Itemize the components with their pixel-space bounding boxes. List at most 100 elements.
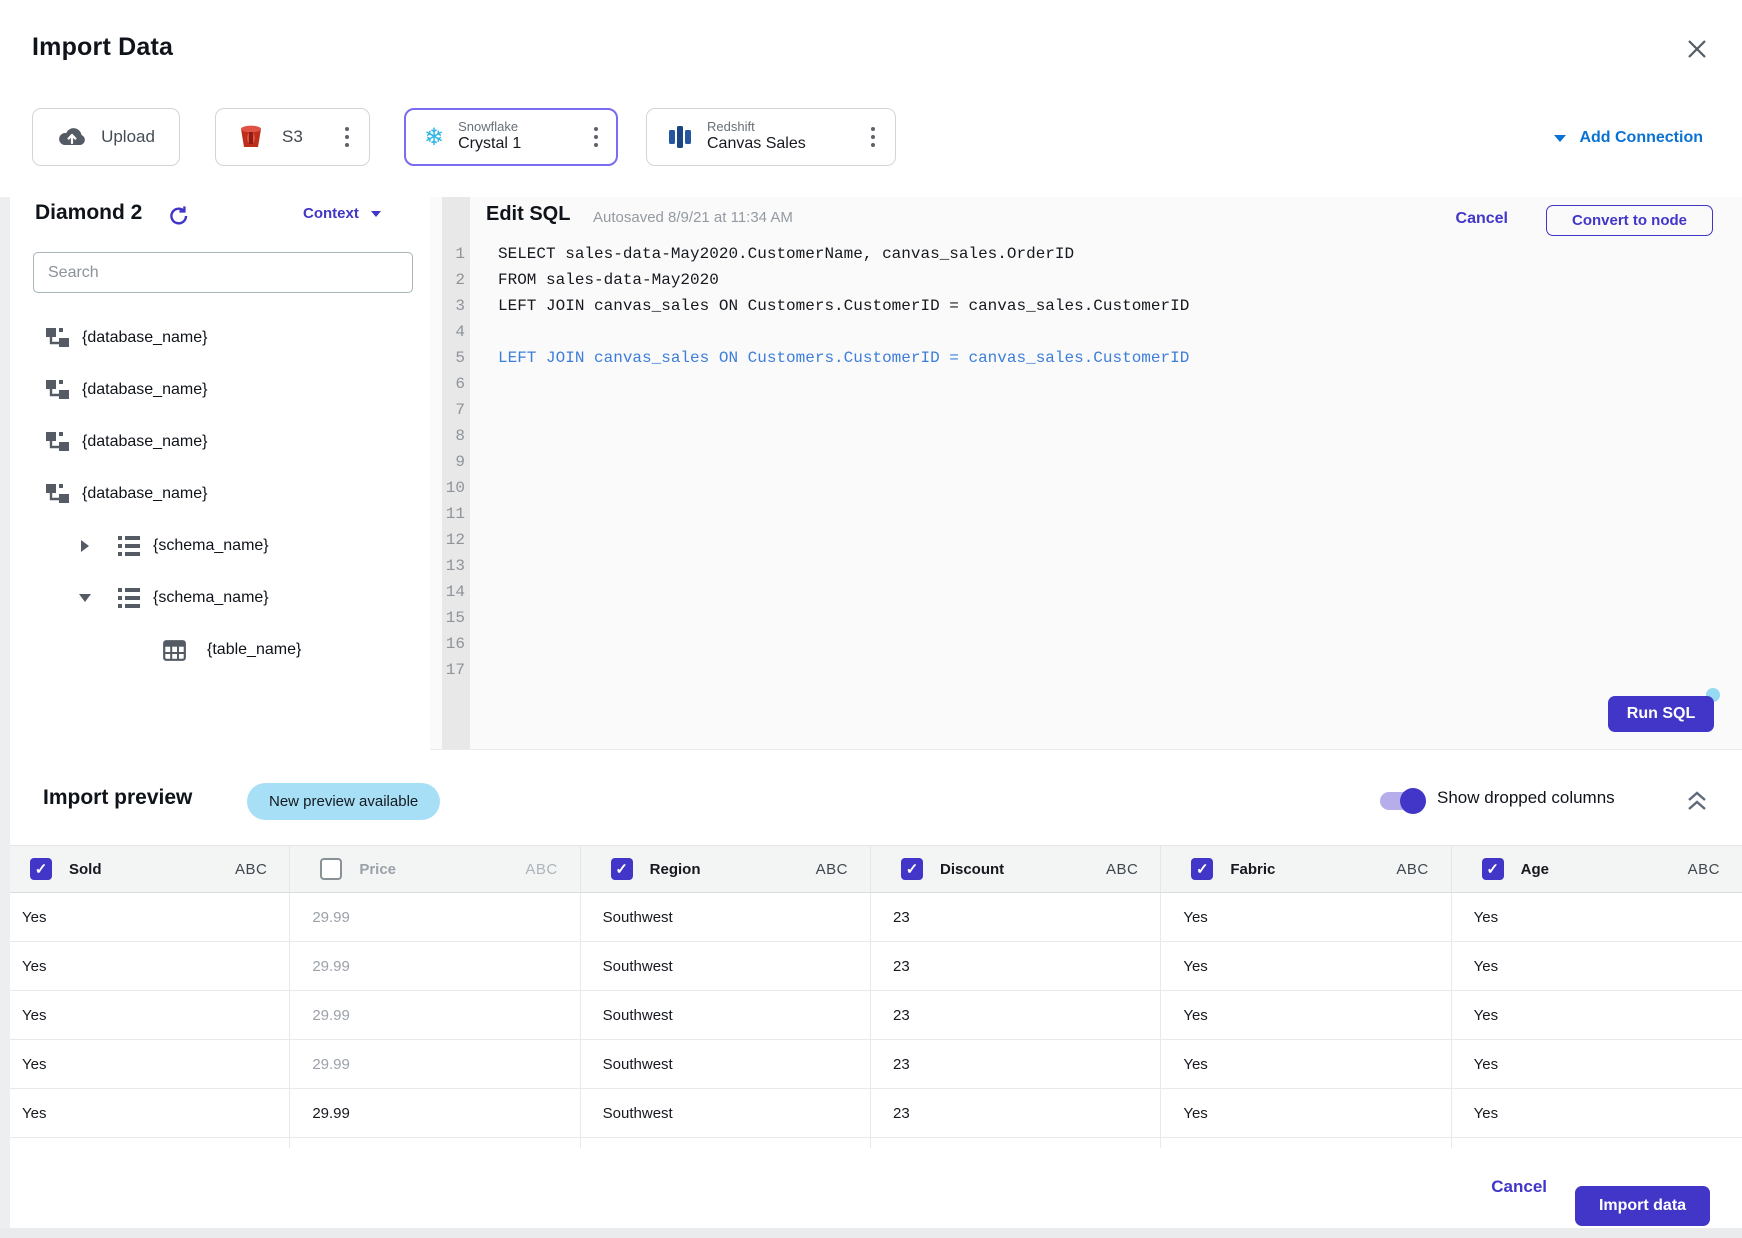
table-cell: Yes: [1452, 1040, 1742, 1088]
sql-code-area[interactable]: SELECT sales-data-May2020.CustomerName, …: [498, 241, 1722, 683]
table-cell: Southwest: [581, 893, 871, 941]
column-checkbox[interactable]: ✓: [901, 858, 923, 880]
s3-more-menu-icon[interactable]: [341, 123, 353, 151]
table-cell: Yes: [1161, 1040, 1451, 1088]
table-cell: 23: [871, 942, 1161, 990]
sql-code-line: [498, 553, 1722, 579]
cloud-upload-icon: [57, 125, 87, 149]
redshift-more-menu-icon[interactable]: [867, 123, 879, 151]
sql-code-line: [498, 657, 1722, 683]
footer-cancel-button[interactable]: Cancel: [1491, 1177, 1547, 1197]
table-cell: Yes: [1452, 893, 1742, 941]
sql-code-line: [498, 579, 1722, 605]
column-name: Region: [650, 861, 701, 878]
modal-footer: Cancel Import data: [0, 1148, 1742, 1228]
caret-right-icon[interactable]: [78, 540, 92, 552]
preview-table-body: Yes29.99Southwest23YesYesYes29.99Southwe…: [0, 893, 1742, 1154]
column-checkbox[interactable]: ✓: [1191, 858, 1213, 880]
sql-code-line: FROM sales-data-May2020: [498, 267, 1722, 293]
table-cell: 23: [871, 1040, 1161, 1088]
table-cell: Yes: [1161, 991, 1451, 1039]
table-cell: Yes: [1452, 942, 1742, 990]
s3-icon: [238, 123, 264, 151]
show-dropped-columns-toggle[interactable]: [1380, 792, 1424, 810]
redshift-icon: [667, 123, 693, 151]
sql-code-line: [498, 605, 1722, 631]
editor-cancel-button[interactable]: Cancel: [1456, 210, 1508, 228]
vertical-scrollbar-track[interactable]: [0, 197, 10, 1228]
sql-editor-panel: Edit SQL Autosaved 8/9/21 at 11:34 AM Ca…: [430, 197, 1742, 750]
search-input[interactable]: [33, 252, 413, 293]
column-name: Age: [1521, 861, 1549, 878]
convert-to-node-button[interactable]: Convert to node: [1546, 205, 1713, 236]
database-icon: [45, 377, 71, 403]
database-label: {database_name}: [82, 381, 207, 399]
import-data-button[interactable]: Import data: [1575, 1186, 1710, 1226]
import-preview-section: Import preview New preview available Sho…: [0, 750, 1742, 1148]
table-cell: Yes: [1161, 893, 1451, 941]
sql-code-line: [498, 397, 1722, 423]
caret-down-icon[interactable]: [78, 594, 92, 602]
line-number: 8: [442, 423, 470, 449]
caret-down-icon: [1554, 135, 1566, 142]
column-name: Fabric: [1230, 861, 1275, 878]
table-cell: Southwest: [581, 1040, 871, 1088]
source-card-s3[interactable]: S3: [215, 108, 370, 166]
table-cell: Yes: [0, 893, 290, 941]
tree-item-database[interactable]: {database_name}: [10, 312, 430, 364]
column-checkbox[interactable]: [320, 858, 342, 880]
column-header-price: PriceABC: [290, 846, 580, 892]
table-cell: Yes: [0, 1040, 290, 1088]
add-connection-button[interactable]: Add Connection: [1554, 129, 1703, 147]
source-card-redshift[interactable]: Redshift Canvas Sales: [646, 108, 896, 166]
sql-code-line: [498, 423, 1722, 449]
new-preview-badge: New preview available: [247, 783, 440, 820]
column-type-label: ABC: [1688, 861, 1720, 878]
table-cell: Southwest: [581, 991, 871, 1039]
table-cell: Southwest: [581, 942, 871, 990]
line-number: 13: [442, 553, 470, 579]
sql-code-line: SELECT sales-data-May2020.CustomerName, …: [498, 241, 1722, 267]
snowflake-service-label: Snowflake: [458, 120, 521, 135]
source-card-snowflake[interactable]: ❄ Snowflake Crystal 1: [404, 108, 618, 166]
column-checkbox[interactable]: ✓: [1482, 858, 1504, 880]
snowflake-connection-name: Crystal 1: [458, 135, 521, 153]
line-number: 2: [442, 267, 470, 293]
line-number: 14: [442, 579, 470, 605]
column-checkbox[interactable]: ✓: [30, 858, 52, 880]
tree-item-database[interactable]: {database_name}: [10, 416, 430, 468]
collapse-chevrons-icon[interactable]: [1684, 789, 1710, 813]
snowflake-more-menu-icon[interactable]: [590, 123, 602, 151]
autosave-status: Autosaved 8/9/21 at 11:34 AM: [593, 209, 793, 226]
tree-item-database[interactable]: {database_name}: [10, 468, 430, 520]
page-title: Import Data: [32, 33, 173, 62]
column-name: Discount: [940, 861, 1004, 878]
close-icon[interactable]: [1684, 36, 1710, 62]
line-number: 1: [442, 241, 470, 267]
schema-icon: [117, 535, 141, 557]
tree-item-schema[interactable]: {schema_name}: [10, 572, 430, 624]
tree-item-table[interactable]: {table_name}: [10, 624, 430, 676]
caret-down-icon: [371, 211, 381, 217]
context-dropdown[interactable]: Context: [303, 205, 381, 222]
run-sql-button[interactable]: Run SQL: [1608, 696, 1714, 732]
refresh-icon[interactable]: [167, 204, 191, 228]
tree-item-database[interactable]: {database_name}: [10, 364, 430, 416]
connection-title: Diamond 2: [35, 201, 142, 225]
line-number: 6: [442, 371, 470, 397]
table-cell: Yes: [1452, 1089, 1742, 1137]
line-number: 17: [442, 657, 470, 683]
data-sources-bar: Upload S3 ❄ Snowflake Crystal 1: [0, 92, 1742, 198]
column-checkbox[interactable]: ✓: [611, 858, 633, 880]
table-cell: 29.99: [290, 991, 580, 1039]
upload-button[interactable]: Upload: [32, 108, 180, 166]
line-number: 4: [442, 319, 470, 345]
column-header-age: ✓ Age ABC: [1452, 846, 1742, 892]
column-type-label: ABC: [525, 861, 557, 878]
preview-title: Import preview: [43, 786, 192, 810]
column-header-discount: ✓DiscountABC: [871, 846, 1161, 892]
line-number: 5: [442, 345, 470, 371]
database-label: {database_name}: [82, 433, 207, 451]
table-cell: Yes: [0, 1089, 290, 1137]
tree-item-schema[interactable]: {schema_name}: [10, 520, 430, 572]
